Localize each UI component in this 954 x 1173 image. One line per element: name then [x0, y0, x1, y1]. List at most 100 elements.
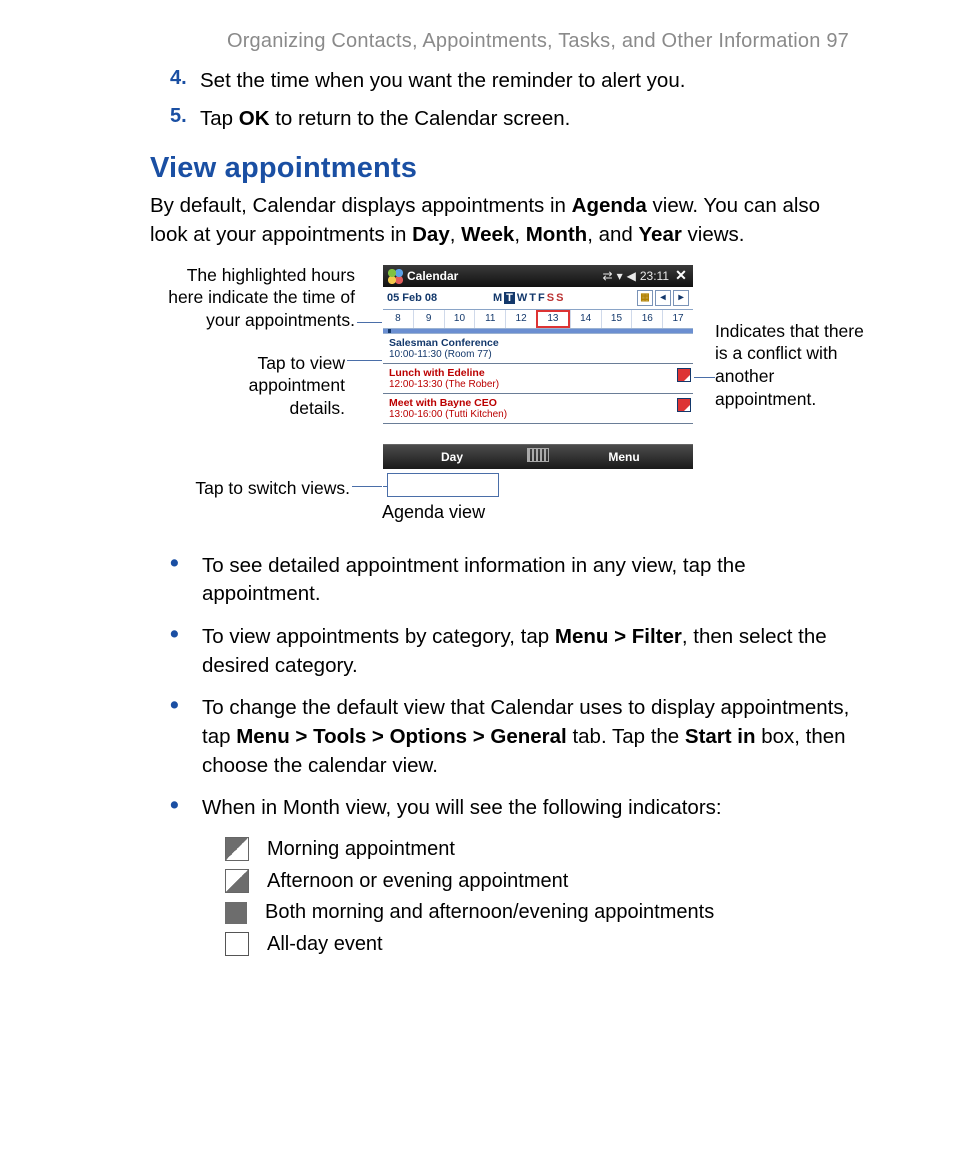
- indicator-row: Afternoon or evening appointment: [225, 869, 894, 893]
- indicator-label: Morning appointment: [267, 838, 455, 861]
- softkey-keyboard[interactable]: [521, 448, 555, 465]
- bullet-text: To change the default view that Calendar…: [202, 694, 894, 780]
- daynum[interactable]: 8: [383, 310, 413, 328]
- current-date: 05 Feb 08: [387, 292, 437, 304]
- bold: Week: [461, 223, 514, 246]
- appointment-item[interactable]: Salesman Conference 10:00-11:30 (Room 77…: [383, 334, 693, 364]
- appointment-time: 13:00-16:00 (Tutti Kitchen): [389, 409, 687, 420]
- indicator-row: Both morning and afternoon/evening appoi…: [225, 901, 894, 924]
- callout-hours: The highlighted hours here indicate the …: [150, 264, 355, 332]
- bold: Menu > Filter: [555, 625, 682, 648]
- indicator-legend: Morning appointment Afternoon or evening…: [225, 837, 894, 956]
- bullet-mark: •: [170, 694, 202, 780]
- bullet-text: To see detailed appointment information …: [202, 552, 894, 609]
- text: views.: [682, 223, 745, 246]
- dow-s2[interactable]: S: [556, 292, 563, 304]
- figure-agenda-view: The highlighted hours here indicate the …: [150, 264, 894, 534]
- text: , and: [587, 223, 638, 246]
- manual-page: Organizing Contacts, Appointments, Tasks…: [0, 0, 954, 1004]
- step-5: 5. Tap OK to return to the Calendar scre…: [170, 105, 894, 133]
- step-text: Set the time when you want the reminder …: [200, 67, 685, 95]
- step-number: 4.: [170, 67, 200, 95]
- appointment-item[interactable]: Lunch with Edeline 12:00-13:30 (The Robe…: [383, 364, 693, 394]
- appointment-name: Salesman Conference: [389, 337, 687, 349]
- appointment-name: Lunch with Edeline: [389, 367, 687, 379]
- next-week-button[interactable]: ▸: [673, 290, 689, 306]
- clock-text: 23:11: [640, 269, 669, 283]
- indicator-row: All-day event: [225, 932, 894, 956]
- dow-s[interactable]: S: [547, 292, 554, 304]
- phone-datebar: 05 Feb 08 M T W T F S S ▦ ◂ ▸: [383, 287, 693, 310]
- dow-m[interactable]: M: [493, 292, 502, 304]
- daynum[interactable]: 9: [413, 310, 444, 328]
- bullet-mark: •: [170, 623, 202, 680]
- allday-indicator-icon: [225, 932, 249, 956]
- bold: Agenda: [572, 194, 647, 217]
- day-number-strip[interactable]: 8 9 10 11 12 13 14 15 16 17: [383, 310, 693, 329]
- text: Tap: [200, 107, 239, 130]
- windows-icon: [387, 268, 403, 284]
- daynum[interactable]: 12: [505, 310, 536, 328]
- bold: Day: [412, 223, 450, 246]
- step-number: 5.: [170, 105, 200, 133]
- bold: Month: [526, 223, 587, 246]
- indicator-label: Afternoon or evening appointment: [267, 870, 568, 893]
- dow-f[interactable]: F: [538, 292, 545, 304]
- callout-conflict: Indicates that there is a conflict with …: [715, 320, 875, 411]
- morning-indicator-icon: [225, 837, 249, 861]
- daynum[interactable]: 16: [631, 310, 662, 328]
- conflict-icon: [677, 398, 691, 412]
- bullet-item: • To see detailed appointment informatio…: [170, 552, 894, 609]
- sync-icon: ⇄: [603, 269, 613, 283]
- close-icon[interactable]: ✕: [673, 268, 689, 284]
- phone-titlebar: Calendar ⇄ ▾ ◀ 23:11 ✕: [383, 265, 693, 287]
- bullet-item: • To view appointments by category, tap …: [170, 623, 894, 680]
- daynum[interactable]: 14: [570, 310, 601, 328]
- daynum-selected[interactable]: 13: [536, 310, 570, 328]
- day-of-week-strip[interactable]: M T W T F S S: [493, 292, 563, 304]
- daynum[interactable]: 15: [601, 310, 632, 328]
- indicator-label: All-day event: [267, 933, 383, 956]
- section-heading: View appointments: [150, 152, 894, 185]
- appointment-time: 12:00-13:30 (The Rober): [389, 379, 687, 390]
- dow-w[interactable]: W: [517, 292, 527, 304]
- bold: Start in: [685, 725, 756, 748]
- calendar-icon[interactable]: ▦: [637, 290, 653, 306]
- dow-t2[interactable]: T: [529, 292, 536, 304]
- text: to return to the Calendar screen.: [270, 107, 571, 130]
- text: To view appointments by category, tap: [202, 625, 555, 648]
- conflict-icon: [677, 368, 691, 382]
- daynum[interactable]: 10: [444, 310, 475, 328]
- leader-line: [357, 322, 385, 323]
- step-text: Tap OK to return to the Calendar screen.: [200, 105, 570, 133]
- text: ,: [514, 223, 525, 246]
- app-title: Calendar: [407, 269, 458, 283]
- bullet-item: • When in Month view, you will see the f…: [170, 794, 894, 823]
- leader-line: [347, 360, 387, 361]
- bullet-text: To view appointments by category, tap Me…: [202, 623, 894, 680]
- softkey-right[interactable]: Menu: [555, 450, 693, 464]
- bullet-mark: •: [170, 552, 202, 609]
- bold: OK: [239, 107, 270, 130]
- step-4: 4. Set the time when you want the remind…: [170, 67, 894, 95]
- evening-indicator-icon: [225, 869, 249, 893]
- running-head: Organizing Contacts, Appointments, Tasks…: [150, 30, 894, 53]
- volume-icon: ◀: [627, 269, 636, 283]
- appointment-time: 10:00-11:30 (Room 77): [389, 349, 687, 360]
- prev-week-button[interactable]: ◂: [655, 290, 671, 306]
- signal-icon: ▾: [617, 269, 623, 283]
- daynum[interactable]: 17: [662, 310, 693, 328]
- appointment-item[interactable]: Meet with Bayne CEO 13:00-16:00 (Tutti K…: [383, 394, 693, 424]
- callout-switch: Tap to switch views.: [160, 477, 350, 500]
- numbered-steps: 4. Set the time when you want the remind…: [150, 67, 894, 132]
- bullet-list: • To see detailed appointment informatio…: [170, 552, 894, 824]
- text: By default, Calendar displays appointmen…: [150, 194, 572, 217]
- bold: Menu > Tools > Options > General: [236, 725, 567, 748]
- daynum[interactable]: 11: [474, 310, 505, 328]
- dow-t-selected[interactable]: T: [504, 292, 515, 304]
- softkey-left[interactable]: Day: [383, 450, 521, 464]
- bullet-mark: •: [170, 794, 202, 823]
- indicator-label: Both morning and afternoon/evening appoi…: [265, 901, 714, 924]
- both-indicator-icon: [225, 902, 247, 924]
- text: ,: [450, 223, 461, 246]
